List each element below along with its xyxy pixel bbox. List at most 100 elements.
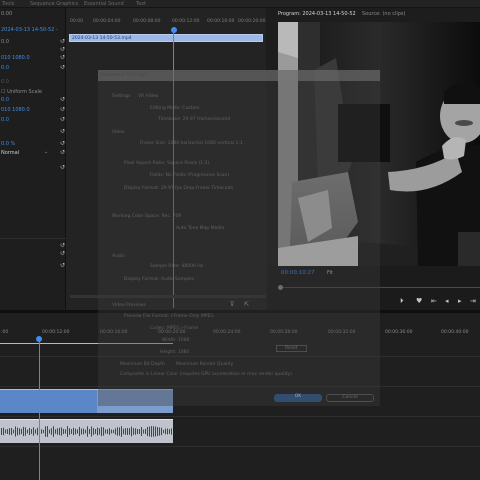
preview-width[interactable]: Width: 1080 — [162, 338, 189, 343]
opacity-row: 0.0 % ↺ — [0, 140, 66, 148]
sample-rate[interactable]: Sample Rate: 48000 Hz — [150, 264, 203, 269]
property-row: 0.00 — [0, 10, 66, 18]
position-row: 010 1080.0 ↺ — [0, 54, 66, 62]
reset-icon[interactable]: ↺ — [60, 106, 65, 113]
go-to-out-icon[interactable]: ⇥ — [470, 297, 476, 305]
track-divider — [0, 416, 480, 417]
preview-file-format[interactable]: Preview File Format: I-Frame Only MPEG — [124, 314, 214, 319]
play-icon[interactable]: ⏵ — [400, 297, 404, 306]
ruler-label: 00:00:12:00 — [42, 330, 70, 335]
panel-tab-bar: Tools Sequence Graphics Essential Sound … — [0, 0, 480, 8]
property-value[interactable]: 0.00 — [1, 11, 12, 17]
scale-value[interactable]: 0.0 — [1, 65, 9, 71]
maximum-bit-depth-checkbox[interactable]: Maximum Bit Depth — [120, 362, 165, 367]
timeline-playhead-handle[interactable] — [36, 336, 42, 342]
preview-height[interactable]: Height: 1080 — [160, 350, 189, 355]
property-row: ↺ — [0, 242, 66, 250]
uniform-scale-label: Uniform Scale — [7, 89, 42, 95]
working-color-space[interactable]: Working Color Space: Rec. 709 — [112, 214, 181, 219]
timebase[interactable]: Timebase: 29.97 frames/second — [158, 117, 230, 122]
video-previews-label: Video Previews — [112, 303, 146, 308]
audio-waveform — [1, 426, 172, 437]
property-row: 0.0 — [0, 78, 66, 86]
sequence-settings-dialog — [98, 70, 380, 406]
reset-icon[interactable]: ↺ — [60, 54, 65, 61]
ruler-label: 00:00:40:00 — [441, 330, 469, 335]
property-row: ↺ — [0, 128, 66, 136]
clip-name: 2024-03-13 14-50-52 - — [1, 27, 58, 33]
linear-color-checkbox[interactable]: Composite in Linear Color (requires GPU … — [120, 372, 292, 377]
reset-icon[interactable]: ↺ — [60, 64, 65, 71]
tab-text[interactable]: Text — [136, 1, 146, 7]
reset-icon[interactable]: ↺ — [60, 164, 65, 171]
ruler-label: 00:00 — [70, 19, 83, 24]
effect-clip-bar[interactable]: 2024-03-13 14-50-53.mp4 — [69, 34, 263, 42]
divider — [0, 238, 66, 239]
go-to-in-icon[interactable]: ⇤ — [431, 297, 437, 305]
ruler-label: 00:00:12:00 — [172, 19, 200, 24]
tab-tools[interactable]: Tools — [2, 1, 14, 7]
audio-clip[interactable] — [0, 419, 173, 443]
chevron-down-icon[interactable]: ⌄ — [44, 149, 48, 155]
step-forward-icon[interactable]: ▸ — [458, 297, 462, 305]
tab-source-monitor[interactable]: Source: (no clips) — [362, 11, 405, 17]
reset-button[interactable]: Reset — [276, 345, 307, 352]
anchor-value[interactable]: 010 1080.0 — [1, 107, 30, 113]
ruler-label: 00:00:08:00 — [133, 19, 161, 24]
audio-display-format[interactable]: Display Format: Audio Samples — [124, 277, 194, 282]
playhead-handle[interactable] — [171, 27, 177, 33]
tab-settings[interactable]: Settings — [112, 94, 130, 99]
audio-section-label: Audio — [112, 254, 125, 259]
ruler-label: 00:00:16:00 — [207, 19, 235, 24]
scale-row: 0.0 ↺ — [0, 64, 66, 72]
ok-button[interactable]: OK — [274, 394, 322, 402]
opacity-value[interactable]: 0.0 % — [1, 141, 15, 147]
preview-codec[interactable]: Codec: MPEG I-Frame — [150, 326, 198, 331]
ruler-label: 00:00:04:00 — [93, 19, 121, 24]
clip-name: 2024-03-13 14-50-53.mp4 — [72, 36, 132, 41]
position-value[interactable]: 010 1080.0 — [1, 55, 30, 61]
reset-icon[interactable]: ↺ — [60, 96, 65, 103]
reset-icon[interactable]: ↺ — [60, 149, 65, 156]
property-row: ↺ — [0, 46, 66, 54]
property-value: 0.0 — [1, 79, 9, 85]
editing-mode[interactable]: Editing Mode: Custom — [150, 106, 200, 111]
ruler-label: 00:00:20:00 — [238, 19, 266, 24]
pixel-aspect-ratio[interactable]: Pixel Aspect Ratio: Square Pixels (1.0) — [124, 161, 209, 166]
reset-icon[interactable]: ↺ — [60, 250, 65, 257]
reset-icon[interactable]: ↺ — [60, 38, 65, 45]
reset-icon[interactable]: ↺ — [60, 140, 65, 147]
auto-tone-map-checkbox[interactable]: Auto Tone Map Media — [176, 226, 224, 231]
tab-sequence-graphics[interactable]: Sequence Graphics — [30, 1, 78, 7]
reset-icon[interactable]: ↺ — [60, 128, 65, 135]
fields[interactable]: Fields: No Fields (Progressive Scan) — [150, 173, 229, 178]
close-icon[interactable]: × — [372, 71, 377, 78]
effect-controls-panel: 0.00 2024-03-13 14-50-52 - 0.0 ↺ ↺ 010 10… — [0, 8, 66, 310]
dialog-title-bar: Sequence Settings × — [98, 70, 380, 81]
maximum-render-quality-checkbox[interactable]: Maximum Render Quality — [176, 362, 233, 367]
ruler-label: :00 — [1, 330, 9, 335]
cancel-button[interactable]: Cancel — [326, 394, 374, 402]
uniform-scale-checkbox[interactable]: ☐ Uniform Scale — [1, 89, 42, 95]
rotation-row: 0.0 ↺ — [0, 96, 66, 104]
blend-mode-dropdown[interactable]: Normal — [1, 150, 19, 156]
property-row: ↺ — [0, 250, 66, 258]
anchor-point-row: 010 1080.0 ↺ — [0, 106, 66, 114]
property-row: ↺ — [0, 262, 66, 270]
reset-icon[interactable]: ↺ — [60, 262, 65, 269]
reset-icon[interactable]: ↺ — [60, 46, 65, 53]
track-divider — [0, 446, 480, 447]
anti-flicker-value[interactable]: 0.0 — [1, 117, 9, 123]
tab-vr-video[interactable]: VR Video — [138, 94, 158, 99]
tab-essential-sound[interactable]: Essential Sound — [84, 1, 124, 7]
tab-program-monitor[interactable]: Program: 2024-03-13 14-50-52 — [278, 11, 356, 17]
video-display-format[interactable]: Display Format: 29.97 fps Drop-Frame Tim… — [124, 186, 233, 191]
property-value[interactable]: 0.0 — [1, 39, 9, 45]
reset-icon[interactable]: ↺ — [60, 116, 65, 123]
marker-icon[interactable]: ♥ — [416, 297, 422, 305]
rotation-value[interactable]: 0.0 — [1, 97, 9, 103]
frame-size[interactable]: Frame Size: 1080 horizontal 1080 vertica… — [140, 141, 243, 146]
blend-mode-row: Normal ⌄ ↺ — [0, 149, 66, 157]
reset-icon[interactable]: ↺ — [60, 242, 65, 249]
step-back-icon[interactable]: ◂ — [445, 297, 449, 305]
